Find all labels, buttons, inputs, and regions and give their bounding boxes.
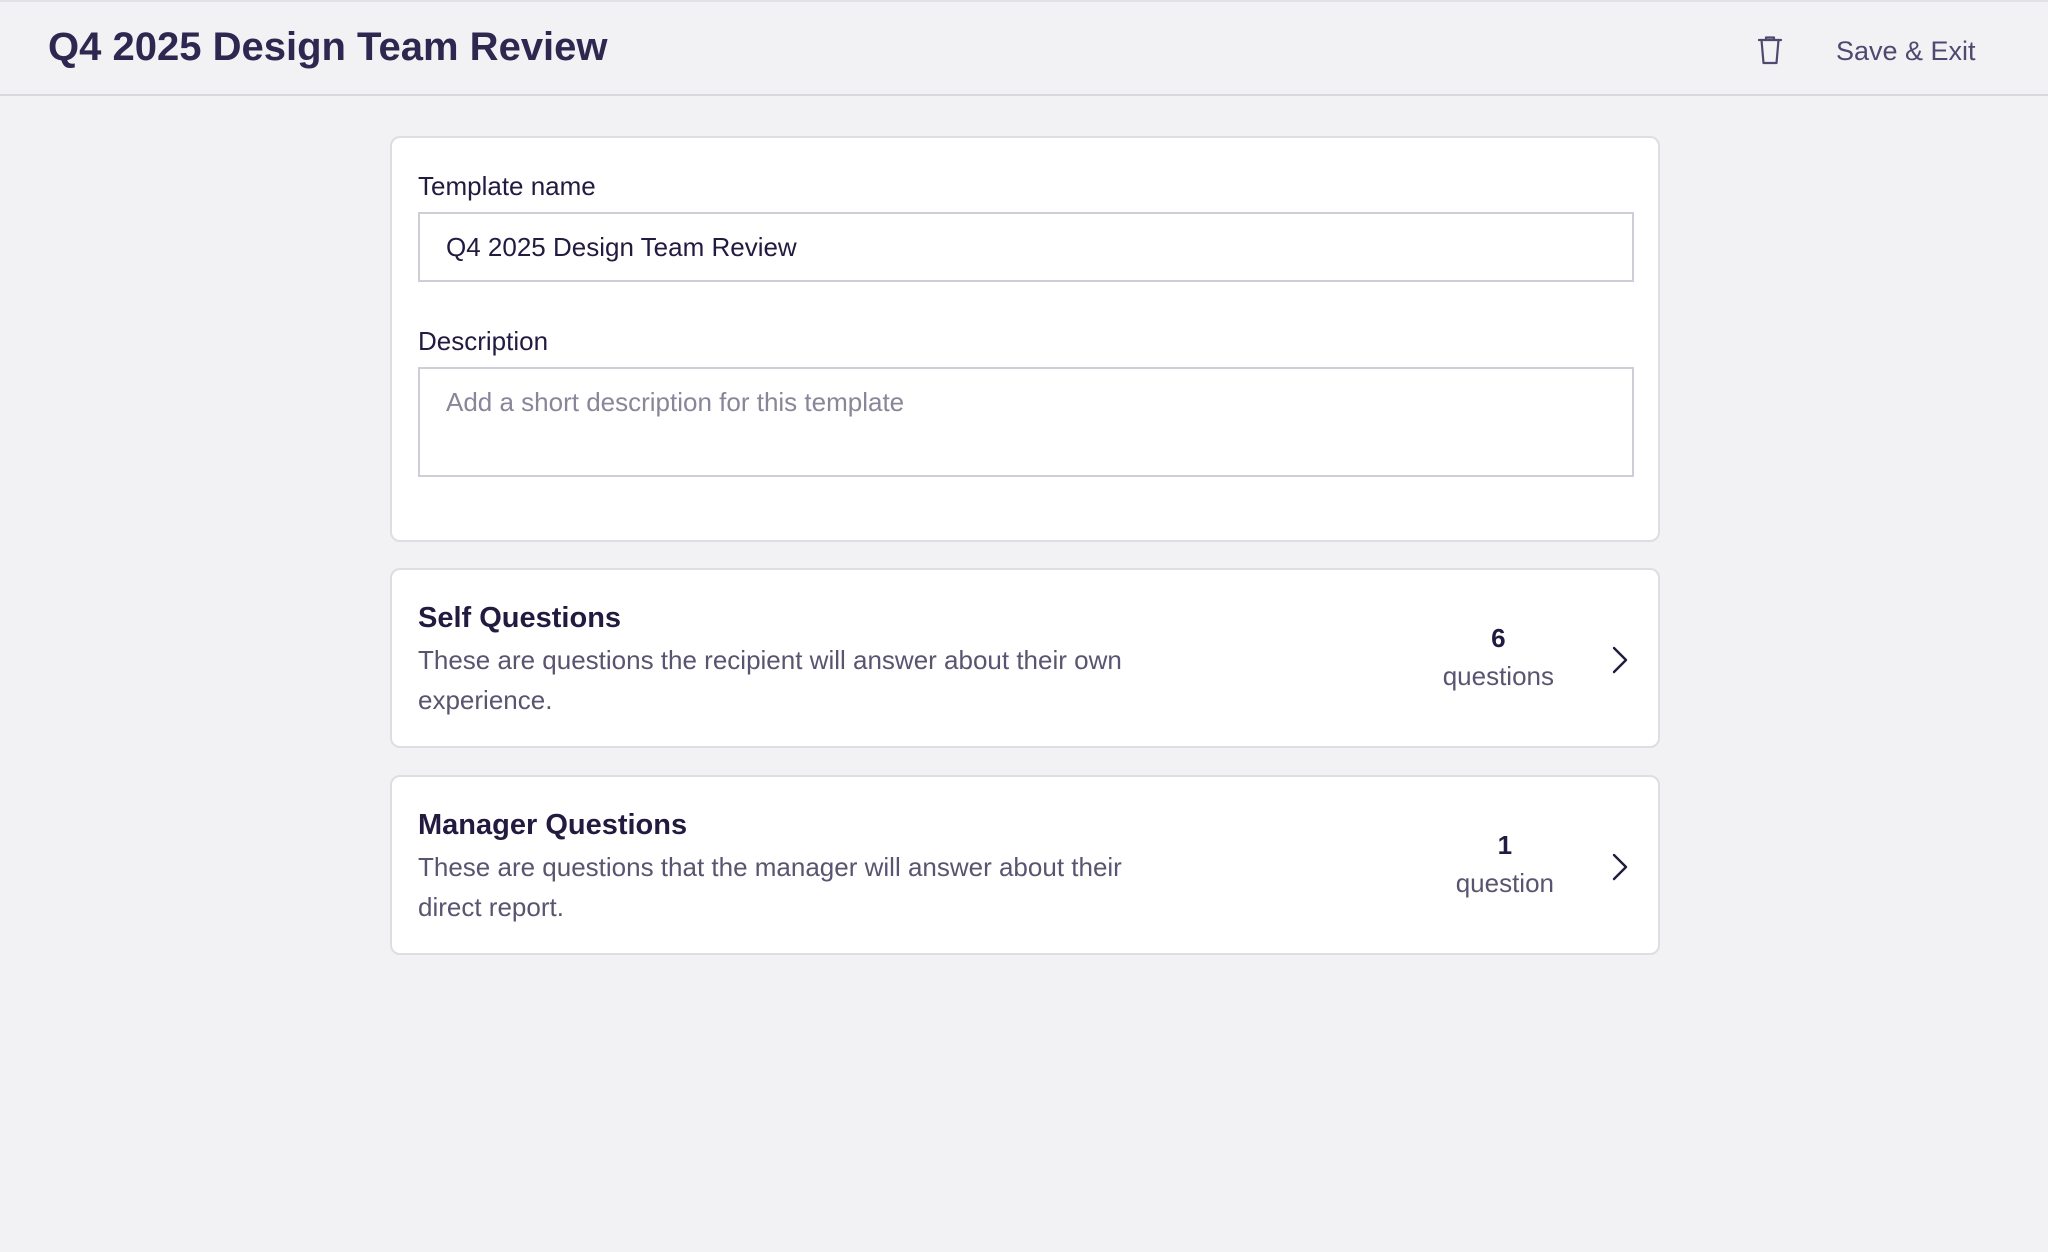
description-label: Description	[418, 326, 549, 356]
question-count-unit: questions	[1442, 661, 1554, 691]
section-title: Manager Questions	[418, 809, 688, 841]
trash-icon	[1757, 36, 1783, 65]
chevron-right-icon	[1612, 853, 1628, 881]
question-count-unit: question	[1455, 868, 1554, 898]
delete-button[interactable]	[1752, 30, 1788, 70]
section-title: Self Questions	[418, 602, 622, 634]
question-count-number: 6	[1491, 623, 1506, 653]
template-details-card: Template name Description	[390, 136, 1660, 542]
template-name-label: Template name	[418, 171, 596, 201]
description-textarea[interactable]	[418, 367, 1634, 477]
self-questions-section[interactable]: Self Questions These are questions the r…	[390, 568, 1660, 748]
template-name-input[interactable]	[418, 212, 1634, 282]
question-count-number: 1	[1497, 830, 1513, 860]
manager-questions-section[interactable]: Manager Questions These are questions th…	[390, 775, 1660, 955]
save-exit-button[interactable]: Save & Exit	[1836, 32, 1976, 70]
question-count: 6 questions	[1443, 620, 1554, 696]
header-bar: Q4 2025 Design Team Review Save & Exit	[0, 0, 2048, 96]
page-title: Q4 2025 Design Team Review	[48, 25, 608, 69]
question-count: 1 question	[1456, 827, 1554, 903]
section-description: These are questions the recipient will a…	[418, 645, 1122, 715]
section-description: These are questions that the manager wil…	[418, 852, 1122, 922]
chevron-right-icon	[1612, 646, 1628, 674]
